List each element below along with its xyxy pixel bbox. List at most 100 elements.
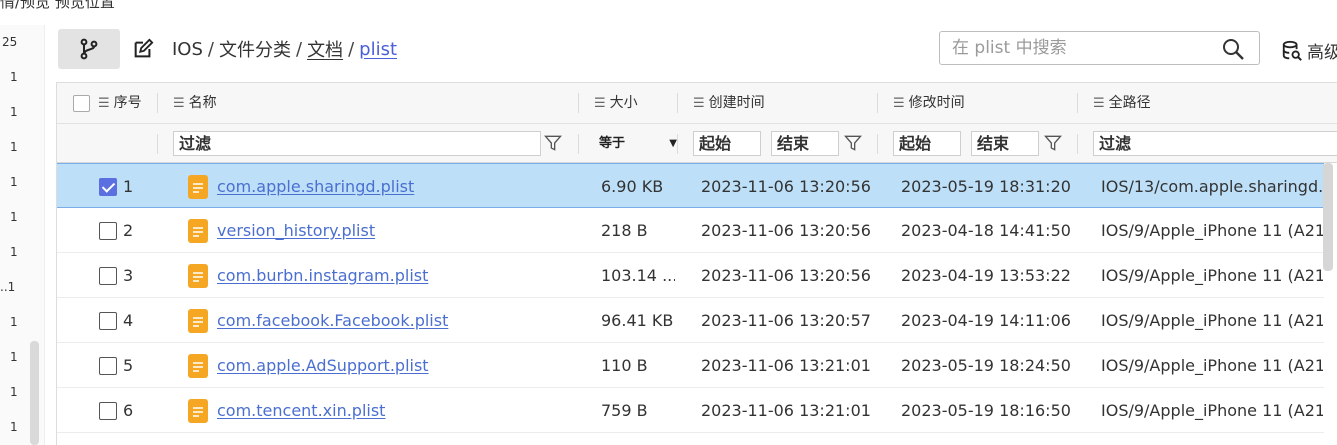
column-divider <box>877 134 878 154</box>
gutter-number: 25 <box>2 35 18 49</box>
gutter-number: 1 <box>10 140 18 154</box>
row-checkbox[interactable] <box>99 178 117 196</box>
table-row[interactable]: 3 com.burbn.instagram.plist 103.14 ... 2… <box>57 253 1324 298</box>
size-operator-value: 等于 <box>599 136 626 151</box>
advanced-search-label: 高级 <box>1307 43 1337 63</box>
header-name[interactable]: ☰ 名称 <box>173 83 217 124</box>
database-search-icon <box>1282 40 1302 61</box>
row-created: 2023-11-06 13:20:56 <box>701 221 871 240</box>
filter-icon[interactable] <box>543 133 563 153</box>
column-menu-icon[interactable]: ☰ <box>594 96 606 111</box>
dropdown-arrow-icon: ▼ <box>669 138 677 149</box>
row-size: 103.14 ... <box>601 266 675 285</box>
created-start-input[interactable]: 起始 <box>693 131 761 156</box>
column-divider[interactable] <box>157 93 158 113</box>
row-checkbox[interactable] <box>99 312 117 330</box>
column-divider[interactable] <box>877 93 878 113</box>
row-path: IOS/9/Apple_iPhone 11 (A21 <box>1101 221 1323 240</box>
gutter-number: ..1 <box>0 280 16 294</box>
table-row[interactable]: 6 com.tencent.xin.plist 759 B 2023-11-06… <box>57 388 1324 433</box>
breadcrumb-plist[interactable]: plist <box>359 39 397 60</box>
modified-end-input[interactable]: 结束 <box>971 131 1039 156</box>
column-divider <box>578 134 579 154</box>
row-modified: 2023-04-19 14:11:06 <box>901 311 1071 330</box>
size-operator-select[interactable]: 等于 ▼ <box>599 132 677 156</box>
document-file-icon <box>188 219 208 243</box>
gutter-number: 1 <box>10 245 18 259</box>
row-checkbox[interactable] <box>99 267 117 285</box>
row-created: 2023-11-06 13:20:56 <box>701 266 871 285</box>
table-scrollbar[interactable] <box>1323 163 1333 271</box>
row-checkbox[interactable] <box>99 402 117 420</box>
row-modified: 2023-05-19 18:24:50 <box>901 356 1071 375</box>
filter-icon[interactable] <box>843 133 863 153</box>
row-checkbox[interactable] <box>99 357 117 375</box>
row-path: IOS/9/Apple_iPhone 11 (A21 <box>1101 266 1323 285</box>
row-index: 1 <box>123 177 134 196</box>
search-icon[interactable] <box>1221 37 1245 61</box>
gutter-number: 1 <box>10 210 18 224</box>
branch-button[interactable] <box>58 29 120 69</box>
filter-icon[interactable] <box>1043 133 1063 153</box>
row-modified: 2023-05-19 18:31:20 <box>901 177 1071 196</box>
row-file-name[interactable]: com.apple.AdSupport.plist <box>217 343 572 388</box>
table-header: ☰ 序号 ☰ 名称 ☰ 大小 ☰ 创建时间 ☰ 修改时间 ☰ 全路径 <box>57 83 1337 124</box>
column-divider <box>677 134 678 154</box>
row-created: 2023-11-06 13:21:01 <box>701 401 871 420</box>
table-row[interactable]: 4 com.facebook.Facebook.plist 96.41 KB 2… <box>57 298 1324 343</box>
row-path: IOS/13/com.apple.sharingd.p <box>1101 177 1323 196</box>
header-size[interactable]: ☰ 大小 <box>594 83 638 124</box>
breadcrumb-documents[interactable]: 文档 <box>307 36 343 62</box>
column-menu-icon[interactable]: ☰ <box>98 96 110 111</box>
row-file-name[interactable]: com.facebook.Facebook.plist <box>217 298 572 343</box>
gutter-number: 1 <box>10 175 18 189</box>
breadcrumb-file-category[interactable]: 文件分类 <box>219 36 291 62</box>
header-modified[interactable]: ☰ 修改时间 <box>893 83 965 124</box>
created-end-input[interactable]: 结束 <box>771 131 839 156</box>
table-row[interactable]: 2 version_history.plist 218 B 2023-11-06… <box>57 208 1324 253</box>
row-file-name[interactable]: com.tencent.xin.plist <box>217 388 572 433</box>
column-menu-icon[interactable]: ☰ <box>893 96 905 111</box>
gutter-number: 1 <box>10 70 18 84</box>
row-index: 3 <box>123 266 134 285</box>
name-filter-input[interactable]: 过滤 <box>173 131 541 156</box>
row-file-name[interactable]: com.apple.sharingd.plist <box>217 164 572 209</box>
header-index[interactable]: ☰ 序号 <box>98 83 142 124</box>
advanced-search-button[interactable]: 高级 <box>1281 38 1337 63</box>
select-all-checkbox[interactable] <box>73 95 90 112</box>
row-file-name[interactable]: version_history.plist <box>217 208 572 253</box>
column-divider[interactable] <box>677 93 678 113</box>
path-filter-input[interactable]: 过滤 <box>1093 131 1337 156</box>
document-file-icon <box>188 264 208 288</box>
document-file-icon <box>188 309 208 333</box>
filter-row: 过滤 等于 ▼ 起始 结束 起始 结束 过滤 <box>57 124 1337 163</box>
column-menu-icon[interactable]: ☰ <box>173 96 185 111</box>
gutter-scrollbar[interactable] <box>30 341 39 445</box>
gutter-number: 1 <box>10 315 18 329</box>
column-menu-icon[interactable]: ☰ <box>693 96 705 111</box>
header-path[interactable]: ☰ 全路径 <box>1093 83 1151 124</box>
column-menu-icon[interactable]: ☰ <box>1093 96 1105 111</box>
window-caption: 情/预览 预览位置 <box>0 0 115 11</box>
header-created[interactable]: ☰ 创建时间 <box>693 83 765 124</box>
column-divider[interactable] <box>1077 93 1078 113</box>
column-divider[interactable] <box>578 93 579 113</box>
breadcrumb-ios[interactable]: IOS <box>172 39 203 60</box>
column-divider <box>1077 134 1078 154</box>
search-box <box>939 31 1260 65</box>
row-index: 2 <box>123 221 134 240</box>
table-row[interactable]: 1 com.apple.sharingd.plist 6.90 KB 2023-… <box>57 163 1324 208</box>
edit-icon[interactable] <box>132 38 154 60</box>
row-checkbox[interactable] <box>99 222 117 240</box>
row-path: IOS/9/Apple_iPhone 11 (A21 <box>1101 401 1323 420</box>
table-row[interactable]: 5 com.apple.AdSupport.plist 110 B 2023-1… <box>57 343 1324 388</box>
modified-start-input[interactable]: 起始 <box>893 131 961 156</box>
row-size: 6.90 KB <box>601 177 664 196</box>
row-created: 2023-11-06 13:20:56 <box>701 177 871 196</box>
row-index: 6 <box>123 401 134 420</box>
row-file-name[interactable]: com.burbn.instagram.plist <box>217 253 572 298</box>
search-input[interactable] <box>952 35 1202 61</box>
breadcrumb-separator: / <box>207 38 214 60</box>
row-path: IOS/9/Apple_iPhone 11 (A21 <box>1101 311 1323 330</box>
file-table: ☰ 序号 ☰ 名称 ☰ 大小 ☰ 创建时间 ☰ 修改时间 ☰ 全路径 过滤 等于 ▼ 起始 结… <box>56 82 1337 445</box>
